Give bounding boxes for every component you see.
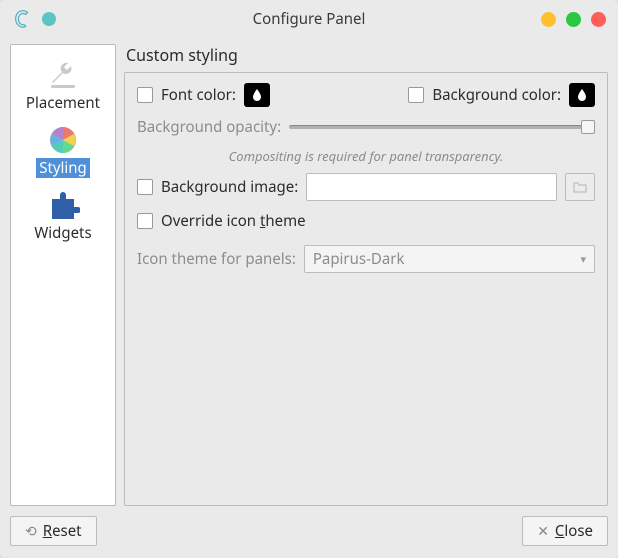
drop-icon — [250, 88, 264, 102]
chevron-down-icon: ▾ — [580, 252, 586, 267]
close-icon: ✕ — [537, 522, 549, 541]
app-logo-icon — [12, 8, 34, 30]
sidebar: Placement — [10, 44, 116, 506]
font-color-checkbox[interactable] — [137, 87, 153, 103]
bg-color-label: Background color: — [432, 85, 561, 105]
sidebar-item-widgets[interactable]: Widgets — [13, 183, 113, 248]
font-color-swatch[interactable] — [244, 83, 270, 107]
opacity-row: Background opacity: — [137, 117, 595, 137]
minimize-button[interactable] — [541, 12, 556, 27]
reset-label: Reset — [43, 521, 82, 541]
font-color-label: Font color: — [161, 85, 236, 105]
slider-thumb[interactable] — [581, 120, 595, 134]
override-theme-checkbox[interactable] — [137, 213, 153, 229]
drop-icon — [575, 88, 589, 102]
bg-image-checkbox[interactable] — [137, 179, 153, 195]
undo-icon: ⟲ — [25, 522, 37, 541]
folder-open-icon — [572, 179, 588, 195]
icon-theme-row: Icon theme for panels: Papirus-Dark ▾ — [137, 245, 595, 273]
override-theme-label: Override icon theme — [161, 211, 306, 231]
bg-color-swatch[interactable] — [569, 83, 595, 107]
bg-image-row: Background image: — [137, 173, 595, 201]
sidebar-item-label: Placement — [23, 93, 103, 113]
body: Placement — [0, 38, 618, 512]
bg-color-checkbox[interactable] — [408, 87, 424, 103]
close-label: Close — [555, 521, 593, 541]
bg-image-label: Background image: — [161, 177, 298, 197]
section-title: Custom styling — [126, 44, 608, 66]
reset-button[interactable]: ⟲ Reset — [10, 516, 97, 546]
icon-theme-label: Icon theme for panels: — [137, 249, 296, 269]
override-theme-row: Override icon theme — [137, 211, 595, 231]
wrench-icon — [45, 57, 81, 91]
titlebar-left — [12, 8, 112, 30]
maximize-button[interactable] — [566, 12, 581, 27]
color-row: Font color: Background color: — [137, 83, 595, 107]
icon-theme-dropdown[interactable]: Papirus-Dark ▾ — [304, 245, 595, 273]
opacity-label: Background opacity: — [137, 117, 281, 137]
styling-panel: Font color: Background color: B — [124, 72, 608, 506]
bg-image-input[interactable] — [306, 173, 557, 201]
color-wheel-icon — [47, 124, 79, 156]
window-controls — [541, 12, 606, 27]
sidebar-item-placement[interactable]: Placement — [13, 51, 113, 118]
icon-theme-value: Papirus-Dark — [313, 249, 405, 269]
puzzle-icon — [46, 189, 80, 221]
footer: ⟲ Reset ✕ Close — [0, 512, 618, 558]
opacity-slider[interactable] — [289, 118, 595, 136]
sidebar-item-label: Widgets — [31, 223, 94, 243]
close-window-button[interactable] — [591, 12, 606, 27]
content: Custom styling Font color: Background co… — [124, 44, 608, 506]
titlebar: Configure Panel — [0, 0, 618, 38]
status-dot — [42, 12, 56, 26]
sidebar-item-styling[interactable]: Styling — [13, 118, 113, 183]
configure-panel-window: Configure Panel Placement — [0, 0, 618, 558]
slider-track — [289, 125, 585, 129]
sidebar-item-label: Styling — [36, 158, 90, 178]
close-button[interactable]: ✕ Close — [522, 516, 608, 546]
bg-image-browse-button[interactable] — [565, 173, 595, 201]
opacity-hint: Compositing is required for panel transp… — [137, 147, 595, 165]
